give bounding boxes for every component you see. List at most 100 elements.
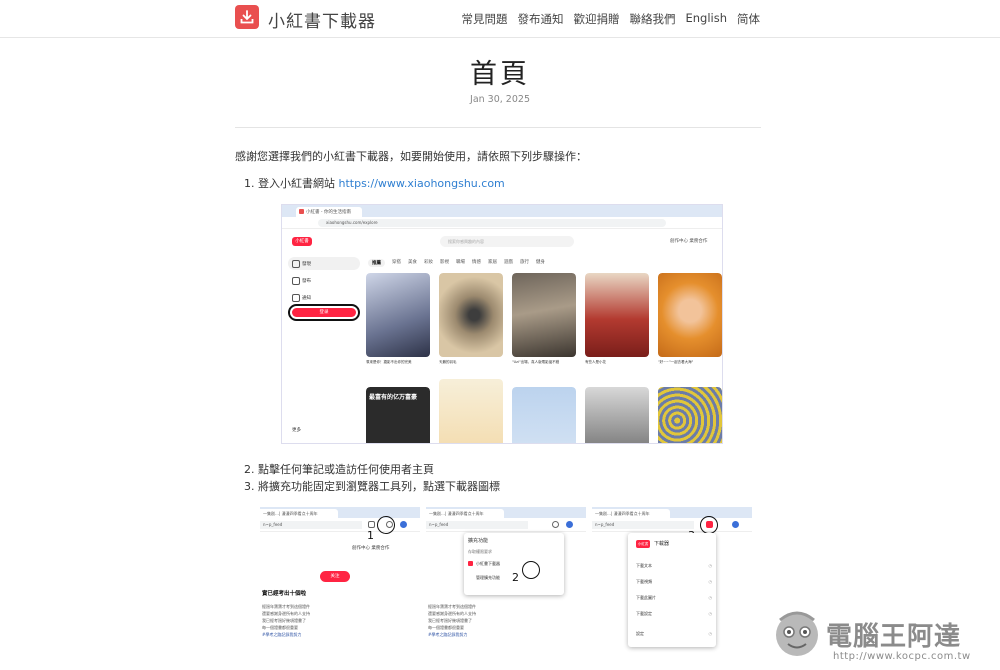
panel-downloader-menu: 一集剧…| 漫漫四季看点十周年 n~p_feed 3 小紅書 下載器 下載文本 … xyxy=(592,507,752,657)
xhs-category: 美食 xyxy=(408,260,417,265)
step-1: 1. 登入小紅書網站 https://www.xiaohongshu.com xyxy=(244,175,505,191)
highlight-circle xyxy=(377,516,395,534)
xhs-card: "Uzi"出場，真人版電影還不錯 xyxy=(512,273,576,365)
top-nav: 常見問題 發布通知 歡迎捐贈 聯絡我們 English 简体 xyxy=(461,11,760,27)
card-caption: 有些人是小花 xyxy=(585,360,606,364)
xhs-login-highlight: 登录 xyxy=(288,304,360,321)
profile-icon xyxy=(566,521,573,528)
menu-title: 下載器 xyxy=(654,541,670,547)
highlight-circle xyxy=(522,561,540,579)
panel-extension-popup: 一集剧…| 漫漫四季看点十周年 n~p_feed 擴充功能 存取權限要求 小紅書… xyxy=(426,507,586,657)
card-image xyxy=(512,387,576,443)
browser-tabbar: 一集剧…| 漫漫四季看点十周年 xyxy=(260,507,420,518)
note-line: 我已經考過好幾項證書了 xyxy=(262,618,306,623)
card-banner-text: 最富有的亿万富豪 xyxy=(369,394,418,401)
xhs-sidebar-item: 通知 xyxy=(288,291,360,304)
xhs-categories: 推薦 穿搭 美食 彩妝 影視 職場 情感 家居 遊戲 旅行 健身 xyxy=(368,259,545,267)
intro-text: 感謝您選擇我們的小紅書下載器，如要開始使用，請依照下列步驟操作： xyxy=(235,150,587,163)
note-tag: #學考之路記錄我努力 xyxy=(428,632,468,637)
note-line: 經過年寶寶才考到這個證件 xyxy=(428,604,476,609)
screenshot-extension-steps: 一集剧…| 漫漫四季看点十周年 n~p_feed 1 創作中心 業務合作 关注 … xyxy=(260,507,754,657)
download-logo-icon[interactable] xyxy=(235,5,259,29)
card-image xyxy=(585,387,649,443)
card-image xyxy=(658,387,722,443)
highlight-circle xyxy=(700,516,718,534)
page-date: Jan 30, 2025 xyxy=(470,94,530,105)
card-caption: "好~~"一起去看大海" xyxy=(658,360,694,364)
card-caption: 原來是你！攝影不出你的完美 xyxy=(366,360,412,364)
nav-donate[interactable]: 歡迎捐贈 xyxy=(573,11,619,27)
card-image xyxy=(439,273,503,357)
divider xyxy=(235,127,761,128)
browser-address-bar: n~p_feed xyxy=(260,518,420,532)
xhs-category: 情感 xyxy=(472,260,481,265)
downloader-icon xyxy=(468,561,473,566)
note-line: 經過年寶寶才考到這個證件 xyxy=(262,604,310,609)
note-heading: 實已經考出十個啦 xyxy=(262,591,307,597)
nav-english[interactable]: English xyxy=(685,11,727,27)
site-header: 小紅書下載器 常見問題 發布通知 歡迎捐贈 聯絡我們 English 简体 xyxy=(0,0,1000,38)
xhs-card xyxy=(585,387,649,443)
card-image xyxy=(366,273,430,357)
note-line: 還要感謝身邊所有的人支持 xyxy=(428,611,476,616)
menu-item-image: 下載此圖片 xyxy=(636,595,712,601)
note-line: 每一個證書都很重要 xyxy=(262,625,298,630)
card-image xyxy=(585,273,649,357)
xhs-card xyxy=(512,387,576,443)
step-label: 1 xyxy=(367,529,374,542)
menu-logo: 小紅書 xyxy=(636,540,650,548)
extension-puzzle-icon xyxy=(552,521,559,528)
browser-url: n~p_feed xyxy=(592,521,694,529)
site-title[interactable]: 小紅書下載器 xyxy=(268,7,376,32)
nav-simplified[interactable]: 简体 xyxy=(737,11,760,27)
card-caption: 天鵝的羽毛 xyxy=(439,360,457,364)
browser-url: xiaohongshu.com/explore xyxy=(318,219,666,227)
nav-contact[interactable]: 聯絡我們 xyxy=(629,11,675,27)
browser-url: n~p_feed xyxy=(260,521,362,529)
card-image xyxy=(658,273,722,357)
profile-icon xyxy=(732,521,739,528)
popup-subtitle: 存取權限要求 xyxy=(468,549,492,554)
menu-item-text: 下載文本 xyxy=(636,563,712,569)
browser-tab: 小紅書 - 你的生活指南 xyxy=(296,207,362,217)
xhs-sidebar-item: 發布 xyxy=(288,274,360,287)
browser-address-bar: n~p_feed xyxy=(592,518,752,532)
xhs-card xyxy=(439,379,503,443)
xhs-search: 搜索你感興趣的內容 xyxy=(440,236,574,247)
browser-tab: 一集剧…| 漫漫四季看点十周年 xyxy=(592,509,670,518)
watermark-mascot-icon xyxy=(776,611,818,656)
browser-address-bar: n~p_feed xyxy=(426,518,586,532)
top-right-links: 創作中心 業務合作 xyxy=(352,546,390,551)
xhs-category: 健身 xyxy=(536,260,545,265)
follow-button: 关注 xyxy=(320,571,350,582)
xhs-category: 旅行 xyxy=(520,260,529,265)
xhs-category: 遊戲 xyxy=(504,260,513,265)
browser-tab: 一集剧…| 漫漫四季看点十周年 xyxy=(260,509,338,518)
xhs-card: 有些人是小花 xyxy=(585,273,649,365)
step-label: 2 xyxy=(512,571,519,584)
browser-tabbar: 一集剧…| 漫漫四季看点十周年 xyxy=(426,507,586,518)
nav-release-notes[interactable]: 發布通知 xyxy=(517,11,563,27)
menu-item-video: 下載視頻 xyxy=(636,579,712,585)
note-line: 每一個證書都很重要 xyxy=(428,625,464,630)
xhs-category: 穿搭 xyxy=(392,260,401,265)
step-1-text: 1. 登入小紅書網站 xyxy=(244,177,339,190)
browser-url: n~p_feed xyxy=(426,521,528,529)
note-line: 我已經考過好幾項證書了 xyxy=(428,618,472,623)
browser-address-bar: xiaohongshu.com/explore xyxy=(282,217,722,229)
browser-tab: 一集剧…| 漫漫四季看点十周年 xyxy=(426,509,504,518)
browser-tabbar: 一集剧…| 漫漫四季看点十周年 xyxy=(592,507,752,518)
xhs-category: 職場 xyxy=(456,260,465,265)
step-3: 3. 將擴充功能固定到瀏覽器工具列，點選下載器圖標 xyxy=(244,480,500,493)
xhs-sidebar-item: 發現 xyxy=(288,257,360,270)
downloader-menu: 小紅書 下載器 下載文本 下載視頻 下載此圖片 下載設定 設定 xyxy=(628,533,716,647)
extensions-popup: 擴充功能 存取權限要求 小紅書下載器 管理擴充功能 xyxy=(464,533,564,595)
note-body: 經過年寶寶才考到這個證件 還要感謝身邊所有的人支持 我已經考過好幾項證書了 每一… xyxy=(428,603,528,638)
xhs-card xyxy=(658,387,722,443)
xiaohongshu-link[interactable]: https://www.xiaohongshu.com xyxy=(339,177,505,190)
nav-faq[interactable]: 常見問題 xyxy=(461,11,507,27)
xhs-category: 家居 xyxy=(488,260,497,265)
note-body: 經過年寶寶才考到這個證件 還要感謝身邊所有的人支持 我已經考過好幾項證書了 每一… xyxy=(262,603,362,638)
note-tag: #學考之路記錄我努力 xyxy=(262,632,302,637)
xhs-sidebar: 發現 發布 通知 xyxy=(288,257,360,308)
